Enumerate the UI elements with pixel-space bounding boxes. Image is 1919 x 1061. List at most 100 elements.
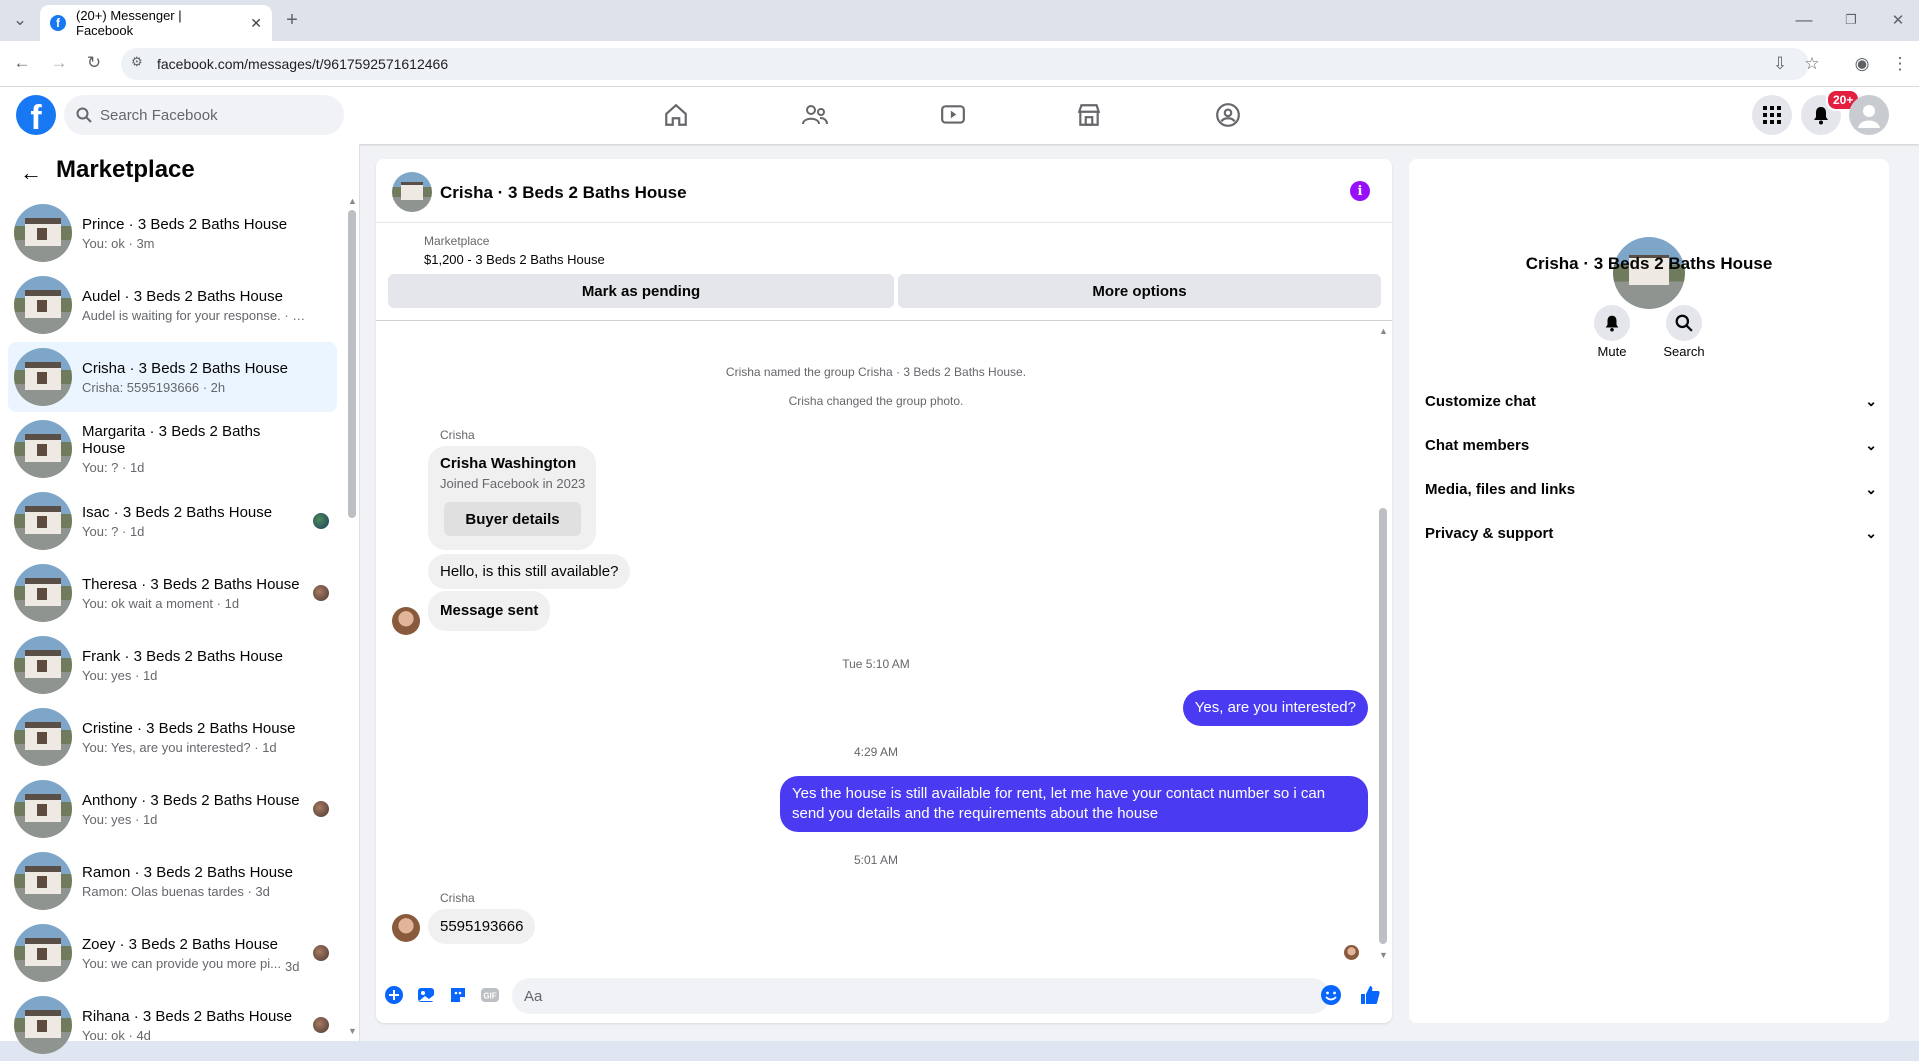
bell-icon xyxy=(1605,315,1619,332)
attach-photo-icon[interactable] xyxy=(414,983,438,1007)
chat-avatar[interactable] xyxy=(392,172,432,212)
bookmark-star-icon[interactable]: ☆ xyxy=(1798,50,1826,78)
menu-grid-icon[interactable] xyxy=(1752,95,1792,135)
conversation-preview: Crisha: 5595193666 · 2h xyxy=(82,379,226,395)
search-in-chat-button[interactable] xyxy=(1666,305,1702,341)
conversation-item[interactable]: Crisha · 3 Beds 2 Baths House Crisha: 559… xyxy=(8,342,337,412)
chat-scroll-down-icon[interactable]: ▼ xyxy=(1379,950,1388,960)
conversation-name: Cristine · 3 Beds 2 Baths House xyxy=(82,719,296,737)
conversation-item[interactable]: Ramon · 3 Beds 2 Baths House Ramon: Olas … xyxy=(8,846,337,916)
conversation-text: Audel · 3 Beds 2 Baths House Audel is wai… xyxy=(82,288,307,323)
chat-scrollbar[interactable] xyxy=(1379,508,1387,944)
seen-avatar xyxy=(313,1017,329,1033)
minimize-icon[interactable]: — xyxy=(1790,6,1818,34)
message-input[interactable]: Aa xyxy=(512,978,1330,1014)
listing-source: Marketplace xyxy=(424,234,490,248)
chat-info-icon[interactable]: i xyxy=(1350,181,1370,201)
conversation-item[interactable]: Margarita · 3 Beds 2 Baths House You: ? ·… xyxy=(8,414,337,484)
listing-avatar xyxy=(14,564,72,622)
conversation-item[interactable]: Frank · 3 Beds 2 Baths House You: yes · 1… xyxy=(8,630,337,700)
buyer-details-button[interactable]: Buyer details xyxy=(444,502,581,536)
account-avatar-icon[interactable] xyxy=(1849,95,1889,135)
friends-nav-icon[interactable] xyxy=(795,98,835,132)
facebook-favicon-icon: f xyxy=(50,15,66,31)
incoming-message[interactable]: Hello, is this still available? xyxy=(428,554,631,589)
conversation-name: Anthony · 3 Beds 2 Baths House xyxy=(82,791,300,809)
url-field[interactable]: ⚙ facebook.com/messages/t/96175925716124… xyxy=(121,48,1809,80)
buyer-card-joined: Joined Facebook in 2023 xyxy=(440,476,586,491)
conversation-name: Crisha · 3 Beds 2 Baths House xyxy=(82,359,288,377)
search-icon xyxy=(76,107,92,123)
browser-tab[interactable]: f (20+) Messenger | Facebook ✕ xyxy=(40,5,272,41)
sender-avatar[interactable] xyxy=(392,607,420,635)
scroll-down-icon[interactable]: ▼ xyxy=(348,1026,357,1036)
chat-members-row[interactable]: Chat members ⌄ xyxy=(1425,431,1877,459)
conversation-item[interactable]: Rihana · 3 Beds 2 Baths House You: ok · 4… xyxy=(8,990,337,1060)
add-more-icon[interactable] xyxy=(382,983,406,1007)
emoji-icon[interactable] xyxy=(1319,983,1343,1007)
mute-label: Mute xyxy=(1597,344,1627,359)
restore-icon[interactable]: ❐ xyxy=(1837,6,1865,34)
conversation-time: 3d xyxy=(285,959,300,974)
outgoing-message[interactable]: Yes the house is still available for ren… xyxy=(780,776,1368,832)
search-label: Search xyxy=(1663,344,1705,359)
mute-button[interactable] xyxy=(1594,305,1630,341)
back-arrow-icon[interactable]: ← xyxy=(20,160,42,186)
back-icon[interactable]: ← xyxy=(8,49,36,77)
conversation-preview: You: ok wait a moment · 1d xyxy=(82,595,240,611)
listing-avatar xyxy=(14,924,72,982)
timestamp: 4:29 AM xyxy=(853,745,899,759)
timestamp: Tue 5:10 AM xyxy=(842,657,910,671)
url-text: facebook.com/messages/t/9617592571612466 xyxy=(157,56,449,72)
incoming-message[interactable]: Message sent xyxy=(428,591,551,631)
listing-avatar xyxy=(14,852,72,910)
left-scrollbar[interactable] xyxy=(348,210,356,518)
conversation-item[interactable]: Audel · 3 Beds 2 Baths House Audel is wai… xyxy=(8,270,337,340)
mark-as-pending-button[interactable]: Mark as pending xyxy=(388,274,894,308)
conversation-item[interactable]: Zoey · 3 Beds 2 Baths House You: we can p… xyxy=(8,918,337,988)
outgoing-message[interactable]: Yes, are you interested? xyxy=(1182,690,1368,726)
conversation-name: Ramon · 3 Beds 2 Baths House xyxy=(82,863,293,881)
listing-avatar xyxy=(14,492,72,550)
site-info-icon[interactable]: ⚙ xyxy=(131,54,143,70)
tab-close-icon[interactable]: ✕ xyxy=(250,15,262,32)
seen-avatar xyxy=(313,513,329,529)
chat-scroll-up-icon[interactable]: ▲ xyxy=(1379,326,1388,336)
incoming-message[interactable]: 5595193666 xyxy=(428,909,536,944)
conversation-item[interactable]: Cristine · 3 Beds 2 Baths House You: Yes,… xyxy=(8,702,337,772)
profile-icon[interactable]: ◉ xyxy=(1848,50,1876,78)
like-thumbs-up-icon[interactable] xyxy=(1358,983,1382,1007)
chrome-menu-icon[interactable]: ⋮ xyxy=(1886,50,1914,78)
video-nav-icon[interactable] xyxy=(933,98,973,132)
reload-icon[interactable]: ↻ xyxy=(80,49,108,77)
conversation-item[interactable]: Prince · 3 Beds 2 Baths House You: ok · 3… xyxy=(8,198,337,268)
marketplace-nav-icon[interactable] xyxy=(1069,98,1109,132)
chevron-down-icon: ⌄ xyxy=(1865,436,1877,453)
listing-title[interactable]: $1,200 - 3 Beds 2 Baths House xyxy=(424,252,605,267)
home-nav-icon[interactable] xyxy=(656,98,696,132)
scroll-up-icon[interactable]: ▲ xyxy=(348,196,357,206)
new-tab-icon[interactable]: + xyxy=(278,6,306,34)
facebook-logo-icon[interactable]: f xyxy=(16,95,56,135)
search-facebook-input[interactable]: Search Facebook xyxy=(64,95,344,135)
gif-icon[interactable]: GIF xyxy=(478,983,502,1007)
privacy-support-row[interactable]: Privacy & support ⌄ xyxy=(1425,519,1877,547)
window-close-icon[interactable]: ✕ xyxy=(1884,6,1912,34)
customize-chat-row[interactable]: Customize chat ⌄ xyxy=(1425,387,1877,415)
chat-title[interactable]: Crisha · 3 Beds 2 Baths House xyxy=(440,183,687,203)
forward-icon[interactable]: → xyxy=(45,49,73,77)
tab-search-icon[interactable]: ⌄ xyxy=(6,6,34,34)
media-files-links-row[interactable]: Media, files and links ⌄ xyxy=(1425,475,1877,503)
conversation-item[interactable]: Theresa · 3 Beds 2 Baths House You: ok wa… xyxy=(8,558,337,628)
sticker-icon[interactable] xyxy=(446,983,470,1007)
conversation-name: Prince · 3 Beds 2 Baths House xyxy=(82,215,288,233)
conversation-preview: You: Yes, are you interested? · 1d xyxy=(82,739,277,755)
groups-nav-icon[interactable] xyxy=(1208,98,1248,132)
section-label: Privacy & support xyxy=(1425,524,1554,542)
more-options-button[interactable]: More options xyxy=(898,274,1381,308)
conversation-item[interactable]: Isac · 3 Beds 2 Baths House You: ? · 1d xyxy=(8,486,337,556)
conversation-item[interactable]: Anthony · 3 Beds 2 Baths House You: yes ·… xyxy=(8,774,337,844)
conversation-text: Frank · 3 Beds 2 Baths House You: yes · 1… xyxy=(82,648,307,683)
sender-avatar[interactable] xyxy=(392,914,420,942)
install-app-icon[interactable]: ⇩ xyxy=(1766,50,1794,78)
